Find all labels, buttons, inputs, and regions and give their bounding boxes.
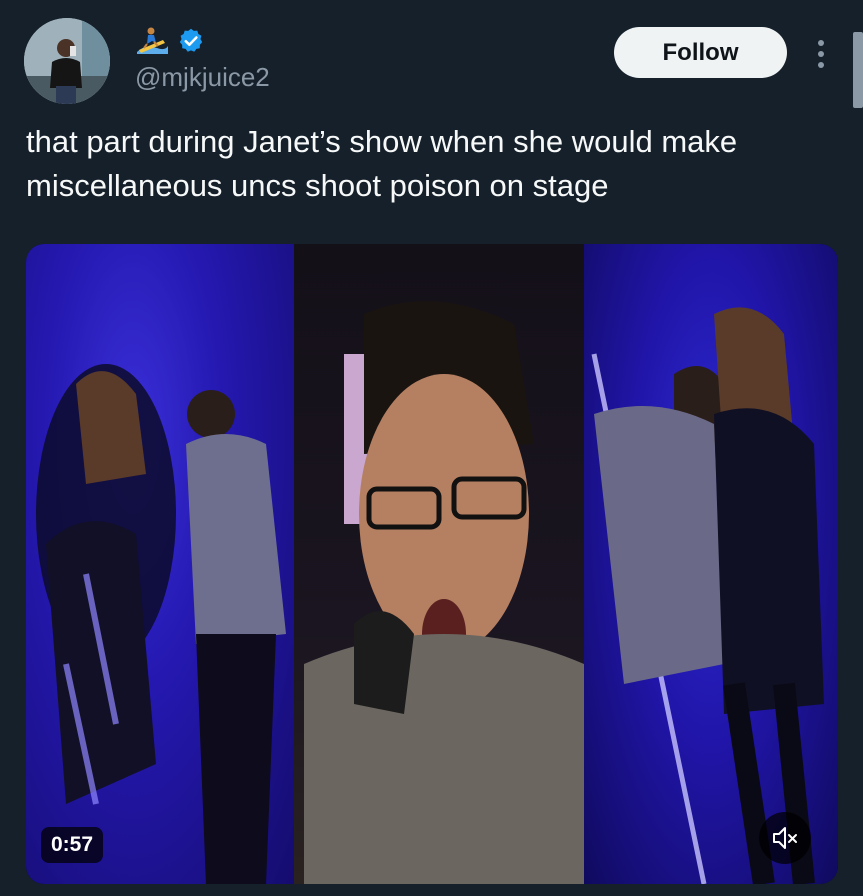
surfer-emoji-icon: [137, 27, 168, 54]
video-frame-center: [294, 244, 584, 884]
author-handle[interactable]: @mjkjuice2: [135, 62, 270, 93]
mute-toggle-button[interactable]: [759, 812, 811, 864]
speaker-muted-icon: [773, 827, 797, 849]
scrollbar-thumb[interactable]: [853, 32, 863, 108]
verified-badge-icon: [179, 28, 203, 52]
video-duration-badge: 0:57: [41, 827, 104, 863]
video-frame-right: [584, 244, 838, 884]
tweet-text: that part during Janet’s show when she w…: [26, 124, 738, 203]
author-name-row[interactable]: [135, 26, 205, 56]
video-player[interactable]: 0:57: [26, 244, 838, 884]
video-frame-left: [26, 244, 294, 884]
more-vertical-icon[interactable]: [809, 34, 833, 74]
avatar-photo: [24, 18, 110, 104]
avatar[interactable]: [24, 18, 110, 104]
follow-button[interactable]: Follow: [614, 27, 787, 78]
tweet-card: @mjkjuice2 Follow that part during Janet…: [0, 0, 863, 896]
